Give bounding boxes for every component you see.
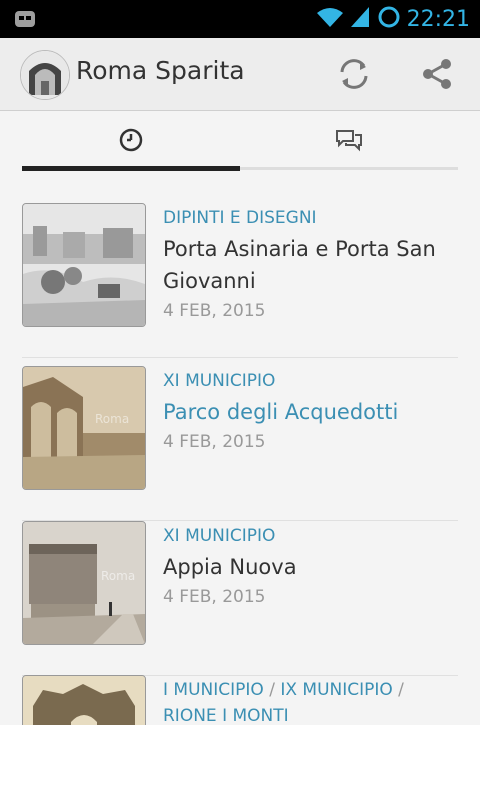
- article-thumbnail: [22, 203, 146, 327]
- tab-indicator: [22, 166, 240, 171]
- category-separator: /: [392, 680, 404, 700]
- category-link[interactable]: IX MUNICIPIO: [280, 680, 392, 700]
- signal-icon: [350, 5, 371, 33]
- watermark-text: Roma: [101, 569, 135, 583]
- article-title[interactable]: Appia Nuova: [163, 551, 453, 583]
- article-thumbnail: [22, 675, 146, 725]
- share-button[interactable]: [418, 54, 458, 94]
- share-icon: [423, 59, 451, 89]
- wifi-icon: [315, 5, 345, 33]
- refresh-icon: [340, 59, 368, 89]
- comments-icon: [336, 130, 362, 152]
- article-thumbnail: Roma: [22, 366, 146, 490]
- article-date: 4 FEB, 2015: [163, 587, 266, 607]
- tab-comments[interactable]: [240, 111, 458, 169]
- tab-bar: [22, 111, 458, 173]
- category-link[interactable]: RIONE I MONTI: [163, 706, 289, 725]
- article-category[interactable]: DIPINTI E DISEGNI: [163, 205, 453, 231]
- article-item[interactable]: Roma XI MUNICIPIO Appia Nuova 4 FEB, 201…: [22, 521, 458, 676]
- category-link[interactable]: I MUNICIPIO: [163, 680, 264, 700]
- notification-icon: [14, 8, 36, 34]
- refresh-button[interactable]: [334, 54, 374, 94]
- clock-icon: [119, 128, 143, 152]
- category-separator: /: [263, 680, 281, 700]
- article-category[interactable]: XI MUNICIPIO: [163, 368, 453, 394]
- article-date: 4 FEB, 2015: [163, 301, 266, 321]
- article-title[interactable]: Porta Asinaria e Porta San Giovanni: [163, 233, 453, 297]
- watermark-text: Roma: [95, 412, 129, 426]
- article-date: 4 FEB, 2015: [163, 432, 266, 452]
- action-bar: Roma Sparita: [0, 38, 480, 111]
- status-bar: 22:21: [0, 0, 480, 38]
- article-item[interactable]: I MUNICIPIO / IX MUNICIPIO / RIONE I MON…: [22, 675, 458, 725]
- clock-time: 22:21: [406, 6, 470, 32]
- article-thumbnail: Roma: [22, 521, 146, 645]
- article-title[interactable]: Parco degli Acquedotti: [163, 396, 453, 428]
- app-title: Roma Sparita: [76, 56, 245, 85]
- article-item[interactable]: Roma XI MUNICIPIO Parco degli Acquedotti…: [22, 366, 458, 521]
- tab-recent[interactable]: [22, 111, 240, 169]
- article-categories: I MUNICIPIO / IX MUNICIPIO / RIONE I MON…: [163, 677, 453, 725]
- article-item[interactable]: DIPINTI E DISEGNI Porta Asinaria e Porta…: [22, 203, 458, 358]
- battery-ring-icon: [377, 5, 401, 33]
- app-logo[interactable]: [20, 50, 70, 100]
- content-area: DIPINTI E DISEGNI Porta Asinaria e Porta…: [0, 111, 480, 725]
- article-category[interactable]: XI MUNICIPIO: [163, 523, 453, 549]
